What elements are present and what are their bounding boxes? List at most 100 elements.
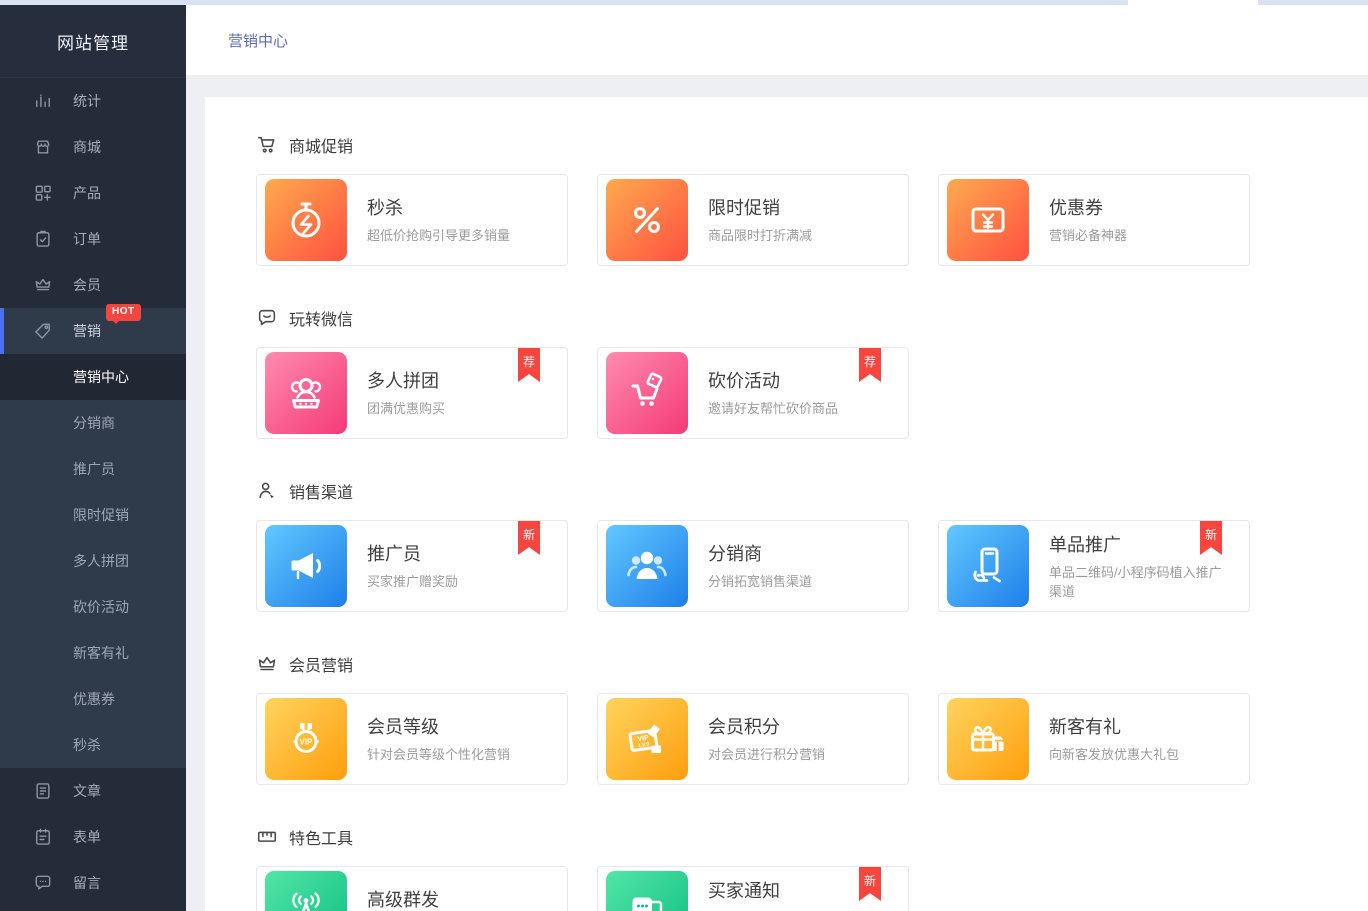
distributor-icon [606, 525, 688, 607]
sidebar-subitem-label: 营销中心 [73, 367, 129, 387]
vip-medal-icon: VIP [265, 698, 347, 780]
card-member-points[interactable]: VIPLV.9会员积分对会员进行积分营销 [597, 693, 909, 785]
sidebar-item-label: 营销 [73, 321, 101, 341]
section-special-tools: 特色工具高级群发对指定人群发送营销短信 买家通知订单发货等在微信内即时通知买家新 [256, 825, 1338, 911]
card-seckill[interactable]: 秒杀超低价抢购引导更多销量 [256, 174, 568, 266]
forms-icon [33, 827, 53, 847]
ribbon-badge: 荐 [859, 348, 881, 382]
card-desc: 买家推广赠奖励 [367, 573, 458, 592]
sidebar-item-forms[interactable]: 表单 [0, 814, 186, 860]
card-title: 限时促销 [708, 194, 812, 220]
card-promoter[interactable]: 推广员买家推广赠奖励新 [256, 520, 568, 612]
card-title: 优惠券 [1049, 194, 1127, 220]
hot-badge: HOT [106, 304, 141, 321]
sidebar-item-label: 产品 [73, 183, 101, 203]
section-title: 会员营销 [289, 652, 353, 676]
card-title: 推广员 [367, 540, 458, 566]
sidebar-item-label: 统计 [73, 91, 101, 111]
content-area: 商城促销秒杀超低价抢购引导更多销量 限时促销商品限时打折满减 优惠券营销必备神器玩转… [186, 75, 1368, 911]
card-row: 推广员买家推广赠奖励新分销商分销拓宽销售渠道单品推广单品二维码/小程序码植入推广… [256, 520, 1338, 612]
sidebar-item-members[interactable]: 会员 [0, 262, 186, 308]
card-text: 秒杀超低价抢购引导更多销量 [367, 194, 536, 246]
sidebar-subitem-coupon[interactable]: 优惠券 [0, 676, 186, 722]
broadcast-icon [265, 871, 347, 911]
card-single-product-promo[interactable]: 单品推广单品二维码/小程序码植入推广渠道新 [938, 520, 1250, 612]
tools-icon [256, 826, 278, 848]
card-bargain-activity[interactable]: 砍价活动邀请好友帮忙砍价商品荐 [597, 347, 909, 439]
section-title: 玩转微信 [289, 306, 353, 330]
sidebar-subitem-marketing-center[interactable]: 营销中心 [0, 354, 186, 400]
sidebar-item-label: 留言 [73, 873, 101, 893]
main-area: 营销中心 商城促销秒杀超低价抢购引导更多销量 限时促销商品限时打折满减 优惠券营销必… [186, 5, 1368, 911]
sidebar-item-marketing[interactable]: 营销HOT [0, 308, 186, 354]
members-icon [33, 275, 53, 295]
sidebar-item-products[interactable]: 产品 [0, 170, 186, 216]
card-text: 优惠券营销必备神器 [1049, 194, 1153, 246]
sidebar-item-stats[interactable]: 统计 [0, 78, 186, 124]
section-header: 特色工具 [256, 825, 1338, 849]
card-text: 多人拼团团满优惠购买 [367, 367, 471, 419]
card-desc: 营销必备神器 [1049, 227, 1127, 246]
articles-icon [33, 781, 53, 801]
marketing-panel: 商城促销秒杀超低价抢购引导更多销量 限时促销商品限时打折满减 优惠券营销必备神器玩转… [205, 97, 1368, 911]
card-limited-time-promo[interactable]: 限时促销商品限时打折满减 [597, 174, 909, 266]
sidebar-item-mall[interactable]: 商城 [0, 124, 186, 170]
card-row: 秒杀超低价抢购引导更多销量 限时促销商品限时打折满减 优惠券营销必备神器 [256, 174, 1338, 266]
section-title: 销售渠道 [289, 479, 353, 503]
chart-icon [33, 91, 53, 111]
group-buy-icon [265, 352, 347, 434]
gift-icon [947, 698, 1029, 780]
card-text: 限时促销商品限时打折满减 [708, 194, 838, 246]
sidebar-subitem-label: 限时促销 [73, 505, 129, 525]
card-text: 高级群发对指定人群发送营销短信 [367, 886, 536, 911]
sidebar-subitem-bargain[interactable]: 砍价活动 [0, 584, 186, 630]
sidebar-item-messages[interactable]: 留言 [0, 860, 186, 906]
sidebar-subitem-new-customer-gift[interactable]: 新客有礼 [0, 630, 186, 676]
card-title: 买家通知 [708, 877, 882, 903]
orders-icon [33, 229, 53, 249]
section-title: 特色工具 [289, 825, 353, 849]
section-sales-channel: 销售渠道推广员买家推广赠奖励新分销商分销拓宽销售渠道单品推广单品二维码/小程序码… [256, 479, 1338, 612]
card-text: 新客有礼向新客发放优惠大礼包 [1049, 713, 1205, 765]
card-desc: 针对会员等级个性化营销 [367, 746, 510, 765]
sidebar-subitem-promoter[interactable]: 推广员 [0, 446, 186, 492]
sidebar-item-articles[interactable]: 文章 [0, 768, 186, 814]
card-desc: 向新客发放优惠大礼包 [1049, 746, 1179, 765]
sidebar-menu: 统计商城产品订单会员营销HOT营销中心分销商推广员限时促销多人拼团砍价活动新客有… [0, 78, 186, 906]
tab-marketing-center[interactable]: 营销中心 [228, 30, 288, 51]
discount-icon [606, 179, 688, 261]
megaphone-icon [265, 525, 347, 607]
browser-top-strip [0, 0, 1368, 5]
sidebar: 网站管理 统计商城产品订单会员营销HOT营销中心分销商推广员限时促销多人拼团砍价… [0, 5, 186, 911]
sidebar-subitem-label: 优惠券 [73, 689, 115, 709]
sidebar-item-label: 订单 [73, 229, 101, 249]
person-icon [256, 480, 278, 502]
card-desc: 邀请好友帮忙砍价商品 [708, 400, 838, 419]
card-desc: 超低价抢购引导更多销量 [367, 227, 510, 246]
card-text: 会员等级针对会员等级个性化营销 [367, 713, 536, 765]
card-title: 分销商 [708, 540, 812, 566]
sidebar-subitem-seckill[interactable]: 秒杀 [0, 722, 186, 768]
sidebar-subitem-distributor[interactable]: 分销商 [0, 400, 186, 446]
card-coupon[interactable]: 优惠券营销必备神器 [938, 174, 1250, 266]
phone-promo-icon [947, 525, 1029, 607]
card-distributor[interactable]: 分销商分销拓宽销售渠道 [597, 520, 909, 612]
section-member-marketing: 会员营销 VIP 会员等级针对会员等级个性化营销 VIPLV.9会员积分对会员进行积分… [256, 652, 1338, 785]
card-mass-messaging[interactable]: 高级群发对指定人群发送营销短信 [256, 866, 568, 911]
sidebar-subitem-limited-time-promo[interactable]: 限时促销 [0, 492, 186, 538]
section-wechat: 玩转微信多人拼团团满优惠购买荐砍价活动邀请好友帮忙砍价商品荐 [256, 306, 1338, 439]
sidebar-item-label: 表单 [73, 827, 101, 847]
card-title: 新客有礼 [1049, 713, 1179, 739]
card-group-buying[interactable]: 多人拼团团满优惠购买荐 [256, 347, 568, 439]
card-new-customer-gift[interactable]: 新客有礼向新客发放优惠大礼包 [938, 693, 1250, 785]
card-buyer-notification[interactable]: 买家通知订单发货等在微信内即时通知买家新 [597, 866, 909, 911]
sidebar-item-label: 商城 [73, 137, 101, 157]
sidebar-item-orders[interactable]: 订单 [0, 216, 186, 262]
card-text: 分销商分销拓宽销售渠道 [708, 540, 838, 592]
sidebar-subitem-group-buying[interactable]: 多人拼团 [0, 538, 186, 584]
card-member-level[interactable]: VIP 会员等级针对会员等级个性化营销 [256, 693, 568, 785]
card-desc: 团满优惠购买 [367, 400, 445, 419]
sidebar-subitem-label: 多人拼团 [73, 551, 129, 571]
section-header: 商城促销 [256, 133, 1338, 157]
app-title: 网站管理 [0, 5, 186, 78]
